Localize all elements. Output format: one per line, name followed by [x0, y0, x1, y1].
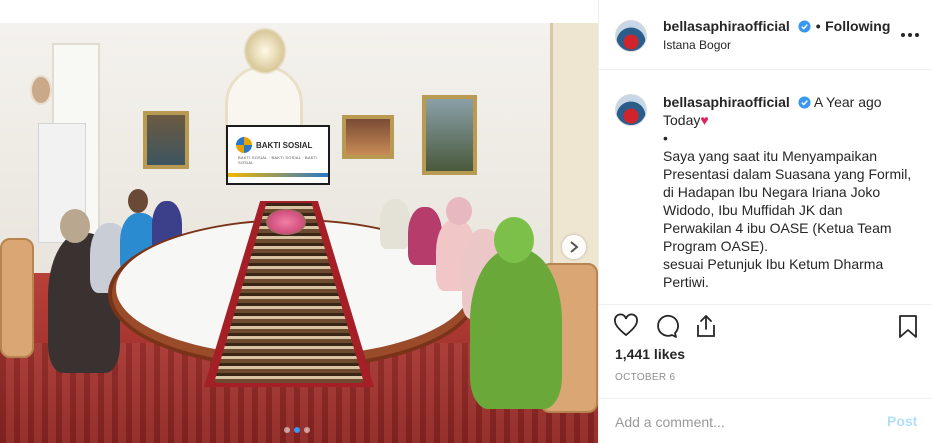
photo-wall-plate: [30, 75, 52, 105]
like-heart-icon[interactable]: [613, 313, 639, 339]
photo-person-head: [60, 209, 90, 243]
caption-line: sesuai Petunjuk Ibu Ketum Dharma: [663, 256, 884, 272]
carousel-dot: [304, 427, 310, 433]
add-comment-bar: Post: [599, 398, 932, 443]
heart-emoji: ♥: [700, 112, 709, 128]
post-actions: [599, 304, 932, 344]
post-side-panel: bellasaphiraofficial • Following Istana …: [598, 0, 932, 443]
follow-status-button[interactable]: Following: [825, 18, 890, 34]
post-location[interactable]: Istana Bogor: [663, 38, 731, 52]
carousel-next-icon: [570, 241, 579, 253]
post-header: bellasaphiraofficial • Following Istana …: [599, 0, 932, 70]
comment-input[interactable]: [615, 411, 865, 433]
screen-stripe: [228, 173, 328, 177]
carousel-indicator: [284, 427, 310, 433]
photo-chandelier: [243, 27, 287, 75]
photo-painting: [422, 95, 477, 175]
post-comment-button[interactable]: Post: [887, 413, 917, 429]
caption-line: Program OASE).: [663, 238, 769, 254]
avatar[interactable]: [615, 20, 647, 52]
likes-count[interactable]: 1,441 likes: [615, 346, 685, 362]
caption-line-text: Today: [663, 112, 701, 128]
caption-line: di Hadapan Ibu Negara Iriana Joko: [663, 184, 881, 200]
screen-logo: [236, 137, 252, 153]
more-options-button[interactable]: [897, 25, 923, 45]
screen-title: BAKTI SOSIAL: [256, 141, 313, 150]
caption-line: Widodo, Ibu Muffidah JK dan: [663, 202, 843, 218]
caption-text: bellasaphiraofficial A Year ago Today♥ •…: [663, 93, 925, 291]
separator-dot: •: [815, 18, 821, 34]
more-options-icon: [901, 33, 905, 37]
header-user-line: bellasaphiraofficial • Following: [663, 18, 890, 36]
photo-person-head: [494, 217, 534, 263]
caption-line: Saya yang saat itu Menyampaikan: [663, 148, 878, 164]
photo-person: [470, 249, 562, 409]
presentation-screen: BAKTI SOSIAL BAKTI SOSIAL · BAKTI SOSIAL…: [226, 125, 330, 185]
carousel-next-button[interactable]: [562, 235, 586, 259]
verified-icon: [798, 20, 811, 33]
photo-painting: [342, 115, 394, 159]
photo-person-head: [446, 197, 472, 225]
post-photo-area: BAKTI SOSIAL BAKTI SOSIAL · BAKTI SOSIAL…: [0, 0, 598, 443]
caption-line: •: [663, 130, 668, 146]
carousel-dot: [284, 427, 290, 433]
photo-chair: [0, 238, 34, 358]
caption-comment: bellasaphiraofficial A Year ago Today♥ •…: [599, 70, 932, 304]
caption-line: Presentasi dalam Suasana yang Formil,: [663, 166, 912, 182]
caption-line: Perwakilan 4 ibu OASE (Ketua Team: [663, 220, 892, 236]
share-icon[interactable]: [693, 313, 719, 339]
post-photo[interactable]: BAKTI SOSIAL BAKTI SOSIAL · BAKTI SOSIAL…: [0, 23, 598, 443]
comment-icon[interactable]: [653, 313, 679, 339]
post-date[interactable]: OCTOBER 6: [615, 372, 675, 383]
caption-header-line: bellasaphiraofficial A Year ago: [663, 93, 925, 111]
caption-time-ago: A Year ago: [813, 94, 882, 110]
table-flowers: [266, 209, 306, 235]
caption-line: Pertiwi.: [663, 274, 709, 290]
verified-icon: [798, 96, 811, 109]
photo-person: [380, 199, 410, 249]
photo-painting: [143, 111, 189, 169]
carousel-dot-active: [294, 427, 300, 433]
caption-username[interactable]: bellasaphiraofficial: [663, 94, 790, 110]
bookmark-icon[interactable]: [895, 313, 921, 339]
photo-person-head: [128, 189, 148, 213]
caption-line: Today♥: [663, 111, 925, 129]
caption-avatar[interactable]: [615, 94, 647, 126]
header-username[interactable]: bellasaphiraofficial: [663, 18, 790, 34]
screen-subtitle: BAKTI SOSIAL · BAKTI SOSIAL · BAKTI SOSI…: [238, 155, 318, 165]
